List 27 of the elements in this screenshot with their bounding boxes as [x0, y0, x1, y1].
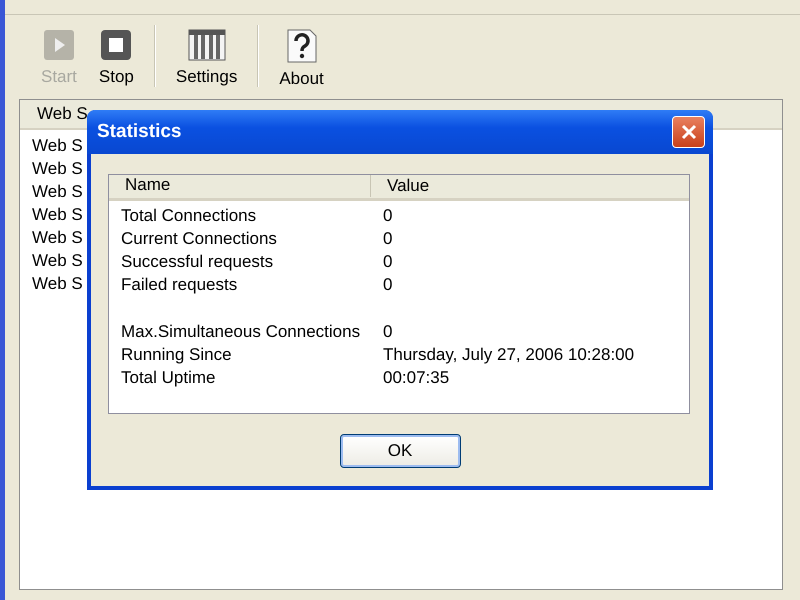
column-header[interactable]: Name — [109, 175, 371, 198]
stat-name: Total Connections — [120, 206, 258, 226]
close-icon — [680, 123, 698, 141]
stop-icon — [100, 29, 132, 61]
stat-value: 00:07:35 — [383, 368, 450, 388]
stop-button[interactable]: Stop — [90, 25, 142, 91]
stat-value: 0 — [383, 252, 394, 272]
stat-name: Current Connections — [120, 228, 278, 249]
play-icon — [42, 29, 75, 61]
stat-name: Max.Simultaneous Connections — [120, 322, 362, 342]
stat-name: Failed requests — [120, 275, 238, 296]
stat-value: Thursday, July 27, 2006 10:28:00 — [383, 345, 636, 366]
stat-name: Total Uptime — [120, 368, 216, 388]
stat-name: Running Since — [120, 345, 233, 366]
stat-value: 0 — [383, 322, 394, 342]
dialog-title: Statistics — [97, 121, 182, 143]
stat-value: 0 — [383, 275, 394, 296]
close-button[interactable] — [672, 116, 705, 148]
settings-button[interactable]: Settings — [168, 25, 246, 91]
help-icon — [286, 29, 318, 63]
tools-icon — [188, 29, 226, 61]
stat-value: 0 — [383, 228, 394, 249]
column-header[interactable]: Value — [371, 176, 689, 196]
about-button[interactable]: About — [271, 25, 332, 93]
stat-value: 0 — [383, 206, 394, 226]
stat-name: Successful requests — [120, 252, 274, 272]
ok-button[interactable]: OK — [340, 434, 460, 468]
